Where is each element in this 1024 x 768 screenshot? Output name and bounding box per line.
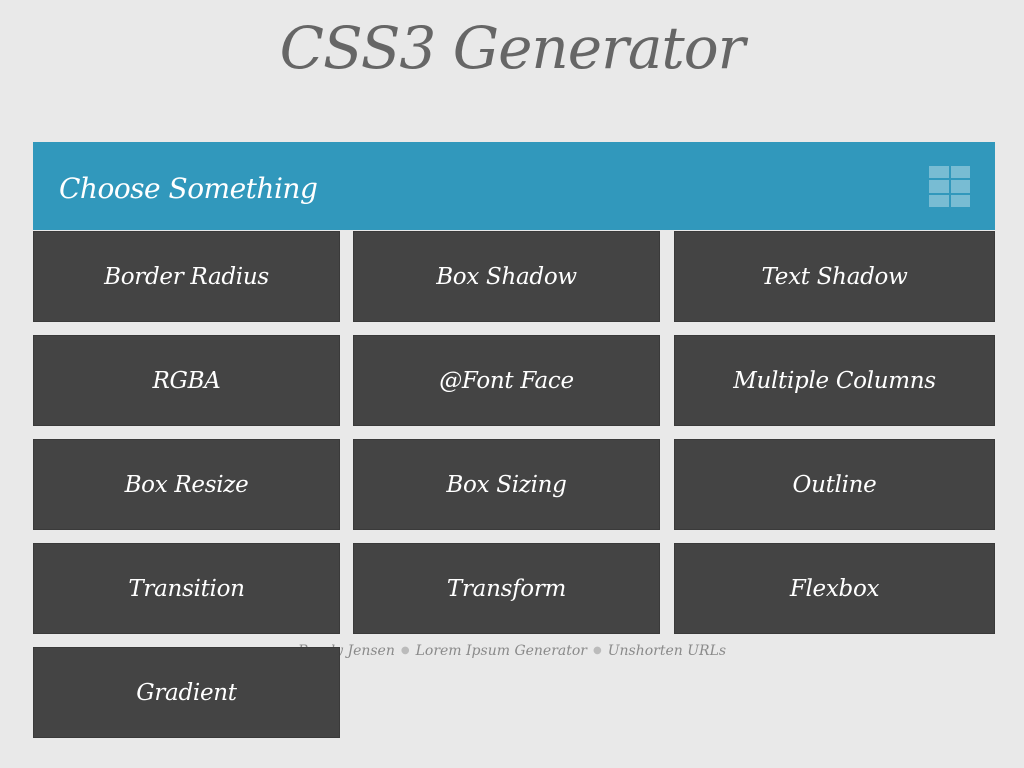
page-title: CSS3 Generator [279,14,746,82]
grid-icon[interactable] [929,166,970,207]
tile-box-shadow[interactable]: Box Shadow [353,231,660,322]
grid-cell [950,166,970,179]
footer-separator: ● [593,645,602,656]
choose-header: Choose Something [33,142,995,230]
tile-transform[interactable]: Transform [353,543,660,634]
tile-box-resize[interactable]: Box Resize [33,439,340,530]
tile-border-radius[interactable]: Border Radius [33,231,340,322]
header-title: Choose Something [59,172,318,205]
footer-link-lorem-ipsum[interactable]: Lorem Ipsum Generator [416,643,587,659]
tile-gradient[interactable]: Gradient [33,647,340,738]
tile-font-face[interactable]: @Font Face [353,335,660,426]
grid-cell [929,194,949,207]
tile-rgba[interactable]: RGBA [33,335,340,426]
grid-cell [929,180,949,193]
footer-separator: ● [400,645,410,656]
tile-transition[interactable]: Transition [33,543,340,634]
tile-box-sizing[interactable]: Box Sizing [353,439,660,530]
tile-outline[interactable]: Outline [674,439,995,530]
tile-multiple-columns[interactable]: Multiple Columns [674,335,995,426]
grid-cell [950,180,970,193]
tile-flexbox[interactable]: Flexbox [674,543,995,634]
footer-link-unshorten-urls[interactable]: Unshorten URLs [608,643,726,659]
tile-text-shadow[interactable]: Text Shadow [674,231,995,322]
grid-cell [950,194,970,207]
grid-cell [929,166,949,179]
